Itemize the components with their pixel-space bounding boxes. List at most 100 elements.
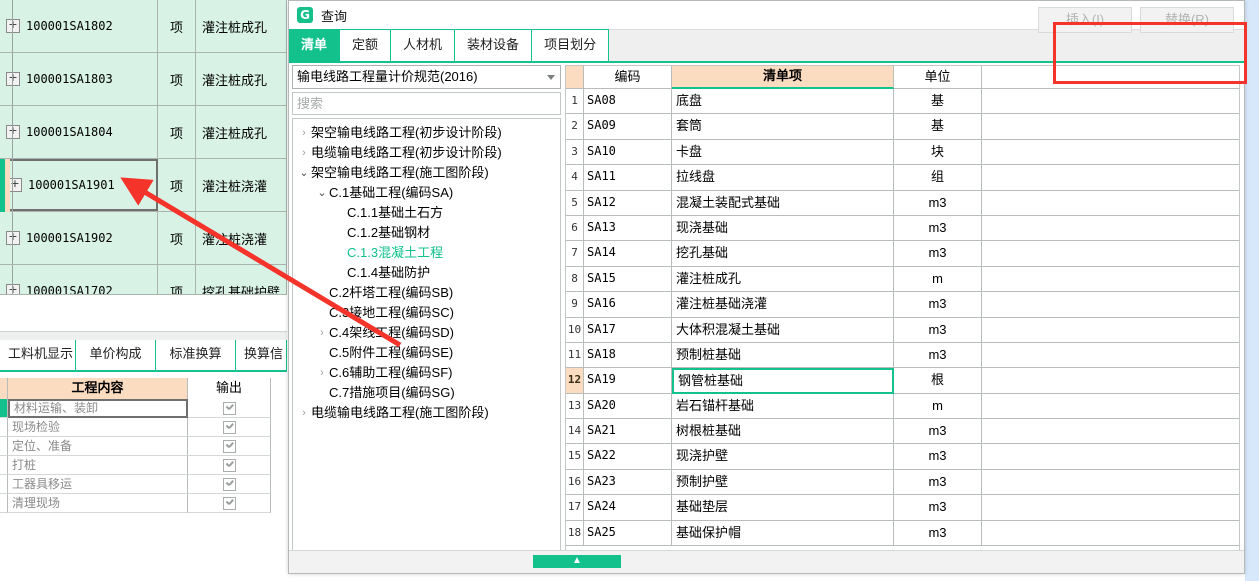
cell-name[interactable]: 灌注桩成孔 bbox=[196, 0, 287, 52]
checkbox-checked-icon[interactable] bbox=[222, 421, 236, 435]
tree-node[interactable]: C.1.3混凝土工程 bbox=[293, 243, 560, 263]
chevron-down-icon[interactable]: ⌄ bbox=[297, 163, 311, 183]
cell-code[interactable]: SA14 bbox=[584, 241, 672, 267]
cell-item[interactable]: 底盘 bbox=[672, 89, 894, 115]
table-row[interactable]: +100001SA1901 项灌注桩浇灌 bbox=[0, 159, 287, 212]
cell-extra[interactable] bbox=[982, 241, 1239, 267]
tree-node[interactable]: C.1.4基础防护 bbox=[293, 263, 560, 283]
background-tab-3[interactable]: 换算信 bbox=[236, 340, 287, 370]
expand-plus-icon[interactable]: + bbox=[6, 231, 20, 245]
search-input[interactable] bbox=[293, 93, 560, 114]
table-row[interactable]: 7 SA14 挖孔基础 m3 bbox=[566, 241, 1239, 267]
tree-node[interactable]: ⌄ C.1基础工程(编码SA) bbox=[293, 183, 560, 203]
cell-code[interactable]: SA16 bbox=[584, 292, 672, 318]
table-row[interactable]: 14 SA21 树根桩基础 m3 bbox=[566, 419, 1239, 445]
cell-code[interactable]: +100001SA1902 bbox=[0, 212, 158, 264]
background-item-grid[interactable]: +100001SA1802 项灌注桩成孔 +100001SA1803 项灌注桩成孔 +1… bbox=[0, 0, 287, 318]
cell-output[interactable] bbox=[188, 418, 271, 437]
cell-index[interactable]: 17 bbox=[566, 495, 584, 521]
cell-work-content[interactable]: 打桩 bbox=[8, 456, 188, 475]
tab-1[interactable]: 定额 bbox=[340, 29, 392, 61]
cell-item[interactable]: 基础垫层 bbox=[672, 495, 894, 521]
cell-item[interactable]: 现浇基础 bbox=[672, 215, 894, 242]
tree-node[interactable]: › C.4架线工程(编码SD) bbox=[293, 323, 560, 343]
cell-name[interactable]: 灌注桩成孔 bbox=[196, 106, 287, 158]
cell-code[interactable]: SA25 bbox=[584, 520, 672, 547]
checkbox-checked-icon[interactable] bbox=[222, 459, 236, 473]
cell-extra[interactable] bbox=[982, 495, 1239, 521]
chevron-down-icon[interactable]: ⌄ bbox=[315, 183, 329, 203]
column-header-item[interactable]: 清单项 bbox=[672, 66, 894, 89]
cell-code[interactable]: +100001SA1804 bbox=[0, 106, 158, 158]
cell-item[interactable]: 挖孔基础 bbox=[672, 241, 894, 267]
checkbox-checked-icon[interactable] bbox=[222, 478, 236, 492]
table-row[interactable]: 16 SA23 预制护壁 m3 bbox=[566, 469, 1239, 496]
expand-plus-icon[interactable]: + bbox=[6, 125, 20, 139]
cell-unit[interactable]: 块 bbox=[894, 139, 982, 166]
cell-extra[interactable] bbox=[982, 190, 1239, 216]
cell-extra[interactable] bbox=[982, 114, 1239, 140]
expand-plus-icon[interactable]: + bbox=[6, 19, 20, 33]
table-row[interactable]: +100001SA1804 项灌注桩成孔 bbox=[0, 106, 287, 159]
list-item[interactable]: 现场检验 bbox=[0, 418, 272, 437]
checkbox-checked-icon[interactable] bbox=[222, 440, 236, 454]
background-tab-2[interactable]: 标准换算 bbox=[156, 340, 236, 370]
tree-node[interactable]: › 架空输电线路工程(初步设计阶段) bbox=[293, 123, 560, 143]
cell-unit[interactable]: m3 bbox=[894, 444, 982, 470]
table-row[interactable]: 17 SA24 基础垫层 m3 bbox=[566, 495, 1239, 521]
cell-unit[interactable]: m3 bbox=[894, 241, 982, 267]
table-row[interactable]: 5 SA12 混凝土装配式基础 m3 bbox=[566, 190, 1239, 216]
table-row[interactable]: 4 SA11 拉线盘组 bbox=[566, 165, 1239, 191]
tab-0[interactable]: 清单 bbox=[289, 29, 341, 61]
cell-item[interactable]: 钢管桩基础 bbox=[672, 368, 894, 394]
clause-grid[interactable]: 编码 清单项 单位 1 SA08 底盘基 2 SA09 套筒基 3 SA10 卡盘块 4 SA11 拉… bbox=[565, 65, 1240, 551]
chevron-right-icon[interactable]: › bbox=[297, 123, 311, 143]
list-item[interactable]: 定位、准备 bbox=[0, 437, 272, 456]
chevron-right-icon[interactable]: › bbox=[297, 403, 311, 423]
cell-unit[interactable]: m3 bbox=[894, 317, 982, 343]
action-button-1[interactable]: 替换(R) bbox=[1140, 7, 1234, 33]
cell-unit[interactable]: m3 bbox=[894, 292, 982, 318]
cell-code[interactable]: SA09 bbox=[584, 114, 672, 140]
cell-index[interactable]: 2 bbox=[566, 114, 584, 140]
collapse-panel-button[interactable]: ▲ bbox=[533, 555, 621, 568]
background-tab-0[interactable]: 工料机显示 bbox=[0, 340, 76, 370]
cell-unit[interactable]: 根 bbox=[894, 368, 982, 394]
cell-code[interactable]: SA19 bbox=[584, 368, 672, 394]
cell-extra[interactable] bbox=[982, 317, 1239, 343]
cell-output[interactable] bbox=[188, 494, 271, 513]
cell-extra[interactable] bbox=[982, 342, 1239, 369]
cell-name[interactable]: 灌注桩成孔 bbox=[196, 53, 287, 105]
table-row[interactable]: +100001SA1902 项灌注桩浇灌 bbox=[0, 212, 287, 265]
list-item[interactable]: 材料运输、装卸 bbox=[0, 399, 272, 418]
category-tree[interactable]: › 架空输电线路工程(初步设计阶段) › 电缆输电线路工程(初步设计阶段) ⌄ 架空输电线… bbox=[292, 118, 561, 565]
cell-work-content[interactable]: 现场检验 bbox=[8, 418, 188, 437]
cell-unit[interactable]: 项 bbox=[158, 0, 196, 52]
cell-extra[interactable] bbox=[982, 419, 1239, 445]
dialog-tabbar[interactable]: 清单 定额 人材机 装材设备 项目划分 bbox=[289, 29, 1244, 63]
cell-code[interactable]: SA10 bbox=[584, 139, 672, 166]
tree-node[interactable]: C.1.2基础钢材 bbox=[293, 223, 560, 243]
table-row[interactable]: +100001SA1803 项灌注桩成孔 bbox=[0, 53, 287, 106]
cell-unit[interactable]: m bbox=[894, 393, 982, 420]
cell-output[interactable] bbox=[188, 475, 271, 494]
cell-code[interactable]: SA23 bbox=[584, 469, 672, 496]
column-header-work-content[interactable]: 工程内容 bbox=[8, 378, 188, 399]
cell-index[interactable]: 8 bbox=[566, 266, 584, 293]
cell-index[interactable]: 15 bbox=[566, 444, 584, 470]
background-tab-1[interactable]: 单价构成 bbox=[76, 340, 156, 370]
cell-unit[interactable]: m3 bbox=[894, 342, 982, 369]
tree-node[interactable]: C.2杆塔工程(编码SB) bbox=[293, 283, 560, 303]
cell-code[interactable]: +100001SA1803 bbox=[0, 53, 158, 105]
cell-unit[interactable]: 组 bbox=[894, 165, 982, 191]
cell-index[interactable]: 14 bbox=[566, 419, 584, 445]
cell-code[interactable]: SA11 bbox=[584, 165, 672, 191]
cell-extra[interactable] bbox=[982, 520, 1239, 547]
cell-index[interactable]: 10 bbox=[566, 317, 584, 343]
cell-code[interactable]: SA21 bbox=[584, 419, 672, 445]
cell-code[interactable]: SA12 bbox=[584, 190, 672, 216]
cell-extra[interactable] bbox=[982, 292, 1239, 318]
cell-work-content[interactable]: 工器具移运 bbox=[8, 475, 188, 494]
table-row[interactable]: 3 SA10 卡盘块 bbox=[566, 139, 1239, 166]
cell-name[interactable]: 灌注桩浇灌 bbox=[196, 212, 287, 264]
